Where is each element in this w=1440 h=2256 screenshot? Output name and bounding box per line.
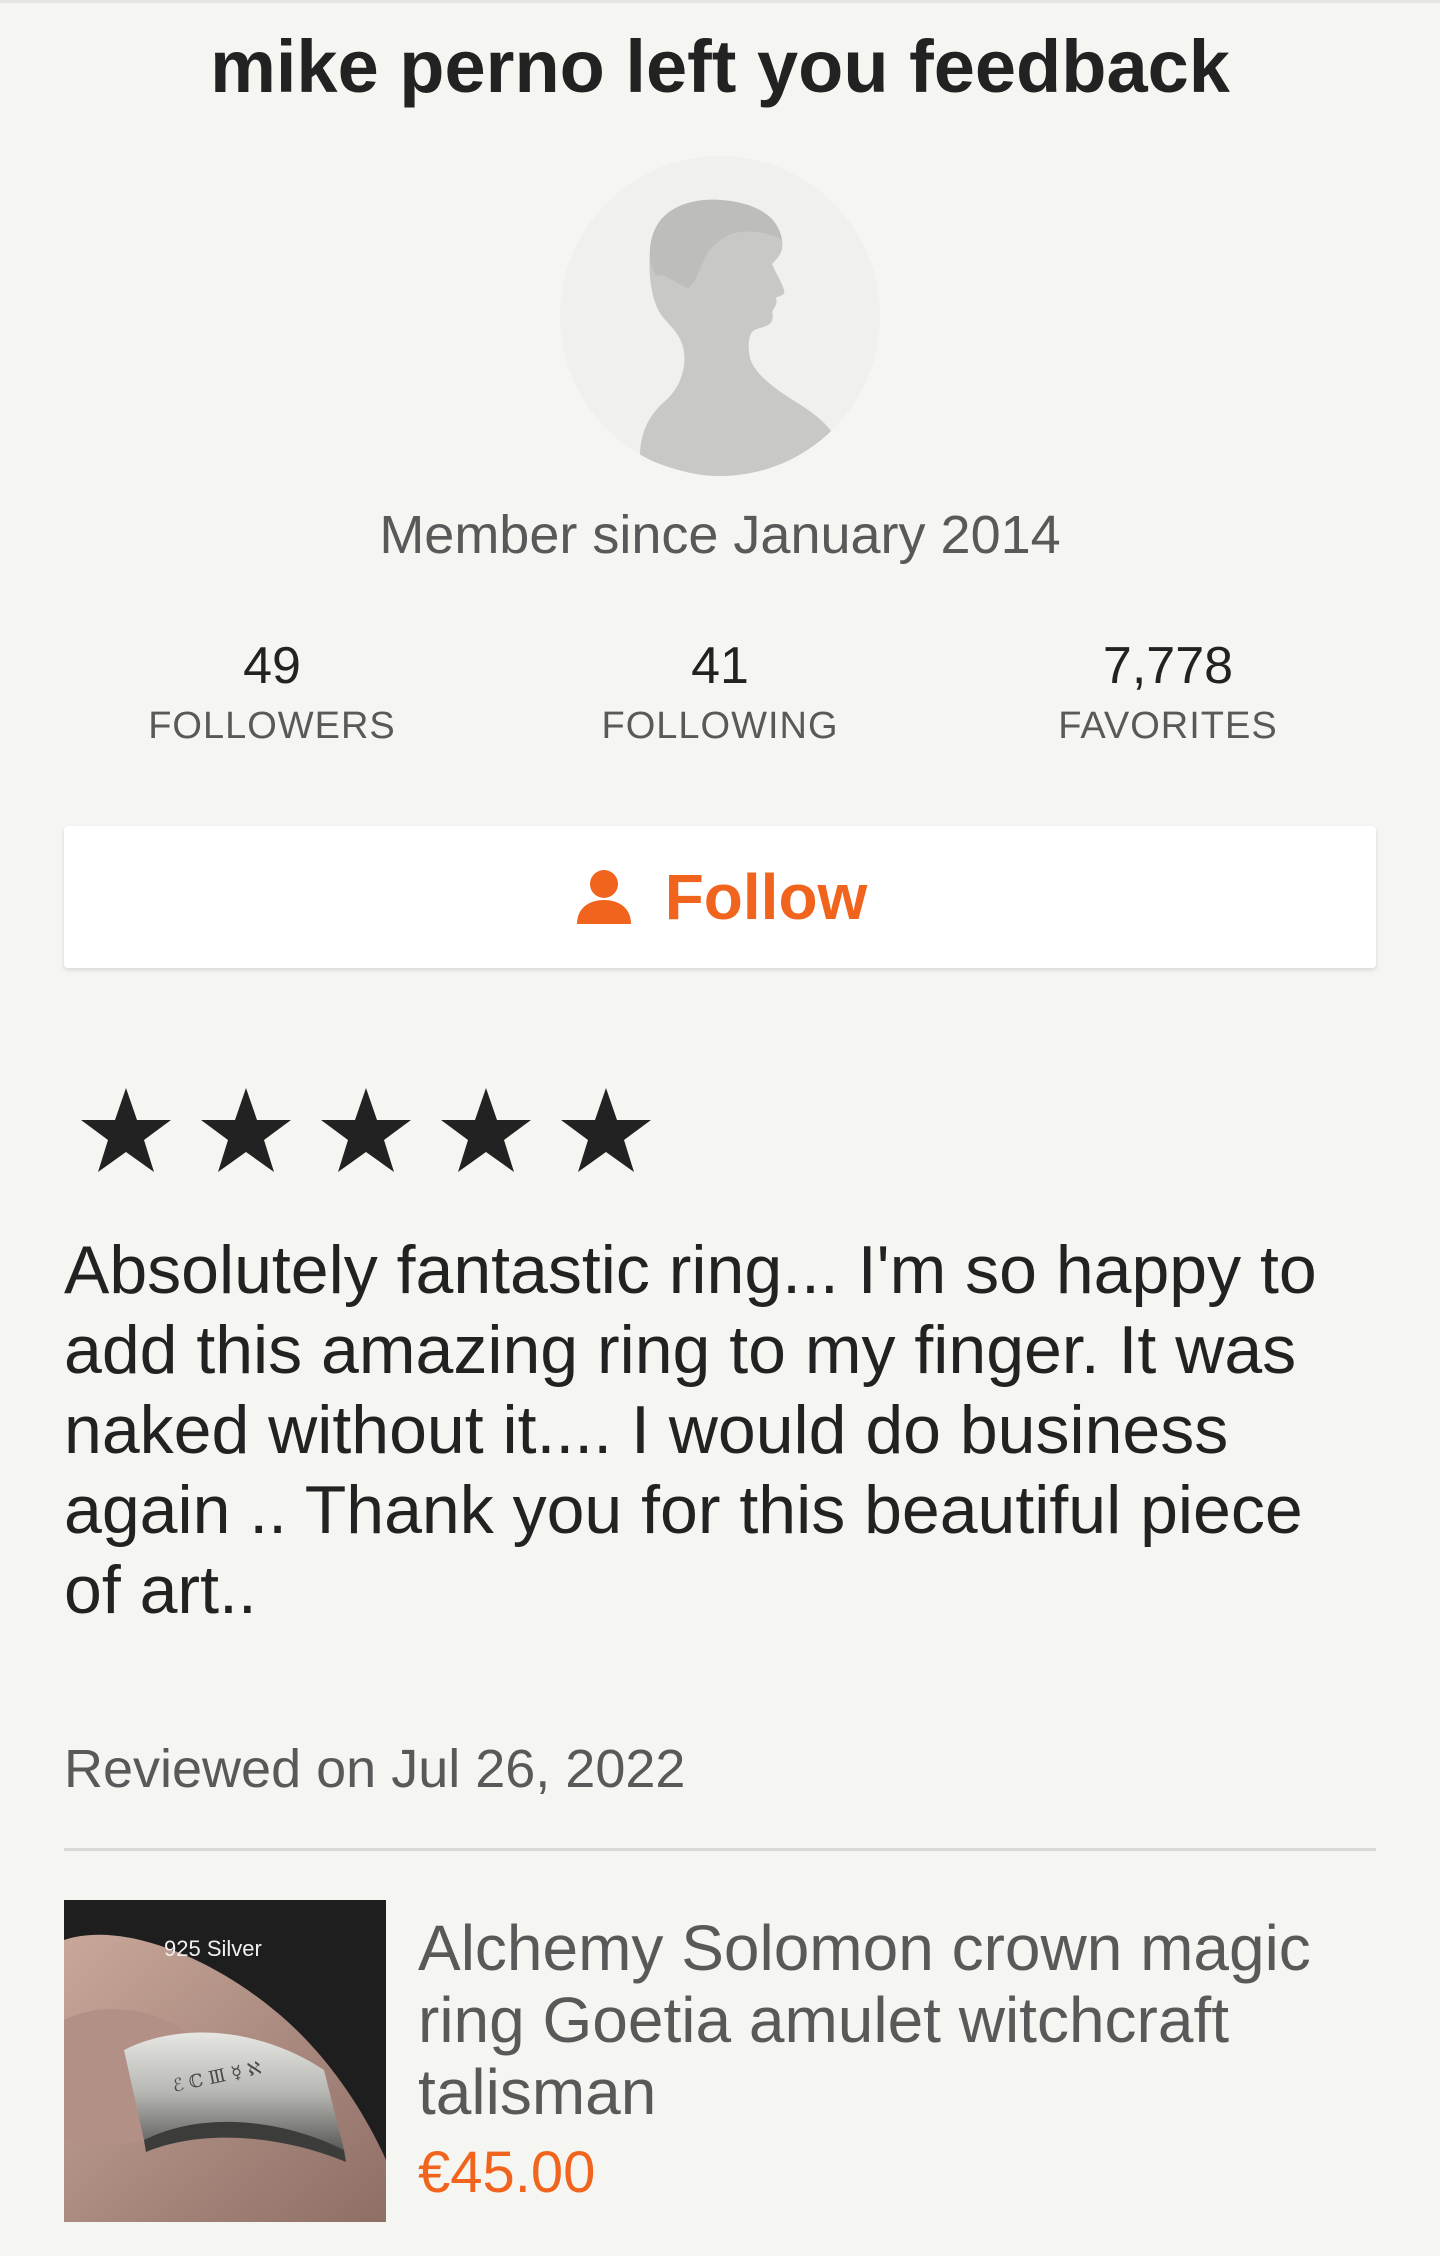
feedback-page: mike perno left you feedback Member sinc… (0, 0, 1440, 2256)
following-stat[interactable]: 41 FOLLOWING (520, 632, 920, 752)
follow-label: Follow (664, 861, 868, 933)
thumbnail-overlay-text: 925 Silver (164, 1936, 262, 1961)
listing-price: €45.00 (418, 2140, 596, 2205)
star-icon (561, 1088, 651, 1172)
followers-label: FOLLOWERS (148, 705, 396, 747)
followers-count: 49 (243, 637, 301, 695)
star-icon (321, 1088, 411, 1172)
follow-button[interactable]: Follow (64, 826, 1376, 968)
listing-card[interactable]: ℰ ℂ Ⅲ ☿ ℵ 925 Silver Alchemy Solomon cro… (64, 1900, 1376, 2222)
profile-stats: 49 FOLLOWERS 41 FOLLOWING 7,778 FAVORITE… (0, 632, 1440, 762)
star-icon (81, 1088, 171, 1172)
listing-thumbnail[interactable]: ℰ ℂ Ⅲ ☿ ℵ 925 Silver (64, 1900, 386, 2222)
person-icon (576, 870, 631, 924)
star-icon (441, 1088, 531, 1172)
favorites-stat[interactable]: 7,778 FAVORITES (968, 632, 1368, 752)
top-border (0, 0, 1440, 3)
review-text: Absolutely fantastic ring... I'm so happ… (64, 1232, 1317, 1628)
following-label: FOLLOWING (601, 705, 839, 747)
followers-stat[interactable]: 49 FOLLOWERS (72, 632, 472, 752)
favorites-label: FAVORITES (1058, 705, 1278, 747)
divider (64, 1848, 1376, 1851)
default-avatar-icon (560, 156, 880, 476)
page-title: mike perno left you feedback (210, 25, 1230, 108)
star-rating (78, 1084, 678, 1174)
listing-title[interactable]: Alchemy Solomon crown magic ring Goetia … (418, 1912, 1318, 2128)
member-since-text: Member since January 2014 (379, 505, 1061, 565)
review-date: Reviewed on Jul 26, 2022 (64, 1739, 686, 1799)
following-count: 41 (691, 637, 749, 695)
favorites-count: 7,778 (1102, 637, 1234, 695)
star-icon (201, 1088, 291, 1172)
avatar[interactable] (560, 156, 880, 476)
